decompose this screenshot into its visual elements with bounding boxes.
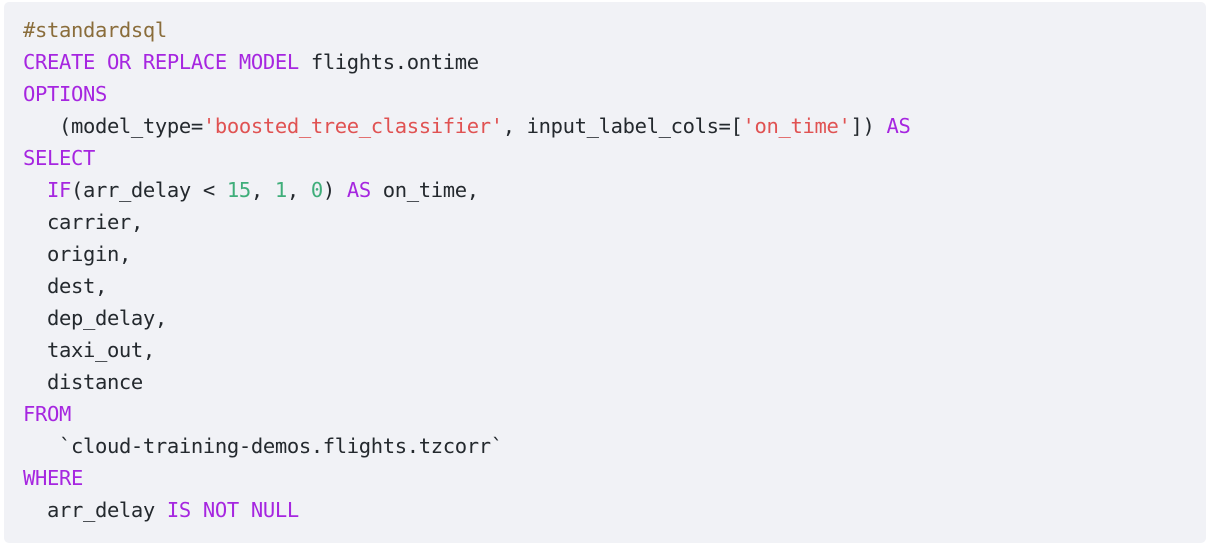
code-token-plain: ( (70, 178, 83, 202)
code-token-plain: , input_label_cols=[ (502, 114, 743, 138)
code-line: dep_delay, (4, 302, 1206, 334)
code-line: origin, (4, 238, 1206, 270)
code-token-identifier: distance (46, 370, 143, 394)
code-token-plain: , (118, 242, 131, 266)
code-token-identifier: `cloud-training-demos.flights.tzcorr` (58, 434, 503, 458)
code-token-keyword: OPTIONS (23, 82, 107, 106)
code-line: WHERE (4, 462, 1206, 494)
code-token-identifier: arr_delay (46, 498, 155, 522)
code-token-plain: , (286, 178, 311, 202)
code-token-keyword: FROM (23, 402, 71, 426)
code-token-plain: , (250, 178, 275, 202)
code-token-plain: on_time, (370, 178, 479, 202)
code-token-number: 15 (226, 178, 251, 202)
code-token-keyword: AS (346, 178, 371, 202)
code-line: `cloud-training-demos.flights.tzcorr` (4, 430, 1206, 462)
code-token-keyword: CREATE OR REPLACE MODEL (23, 50, 299, 74)
code-line: OPTIONS (4, 78, 1206, 110)
code-token-comment: #standardsql (23, 18, 167, 42)
code-token-plain: < (190, 178, 227, 202)
code-token-keyword: SELECT (23, 146, 95, 170)
code-token-identifier: flights.ontime (310, 50, 479, 74)
code-token-plain: ) (322, 178, 347, 202)
code-line: arr_delay IS NOT NULL (4, 494, 1206, 526)
code-token-keyword: AS (886, 114, 911, 138)
code-line: SELECT (4, 142, 1206, 174)
code-line: taxi_out, (4, 334, 1206, 366)
code-token-string: 'on_time' (742, 114, 851, 138)
sql-code-block[interactable]: #standardsql CREATE OR REPLACE MODEL flig… (4, 2, 1206, 543)
code-token-identifier: dep_delay (46, 306, 155, 330)
code-token-identifier: origin (46, 242, 119, 266)
code-token-identifier: taxi_out (46, 338, 143, 362)
code-token-plain: (model_type= (23, 114, 203, 138)
code-token-keyword: IS NOT NULL (166, 498, 299, 522)
code-token-identifier: carrier (46, 210, 131, 234)
code-token-plain: , (94, 274, 107, 298)
code-token-plain: , (142, 338, 155, 362)
code-token-plain: ]) (850, 114, 887, 138)
code-line: #standardsql (4, 14, 1206, 46)
code-token-plain: , (154, 306, 167, 330)
code-token-identifier: dest (46, 274, 95, 298)
code-line: IF(arr_delay < 15, 1, 0) AS on_time, (4, 174, 1206, 206)
code-line: dest, (4, 270, 1206, 302)
code-token-plain: , (130, 210, 143, 234)
code-token-keyword: WHERE (23, 466, 83, 490)
code-token-number: 1 (274, 178, 287, 202)
code-token-string: 'boosted_tree_classifier' (202, 114, 503, 138)
code-line: FROM (4, 398, 1206, 430)
code-line: distance (4, 366, 1206, 398)
code-line: carrier, (4, 206, 1206, 238)
code-line: CREATE OR REPLACE MODEL flights.ontime (4, 46, 1206, 78)
code-token-keyword: IF (46, 178, 71, 202)
code-token-identifier: arr_delay (82, 178, 191, 202)
code-token-number: 0 (310, 178, 323, 202)
code-line: (model_type='boosted_tree_classifier', i… (4, 110, 1206, 142)
